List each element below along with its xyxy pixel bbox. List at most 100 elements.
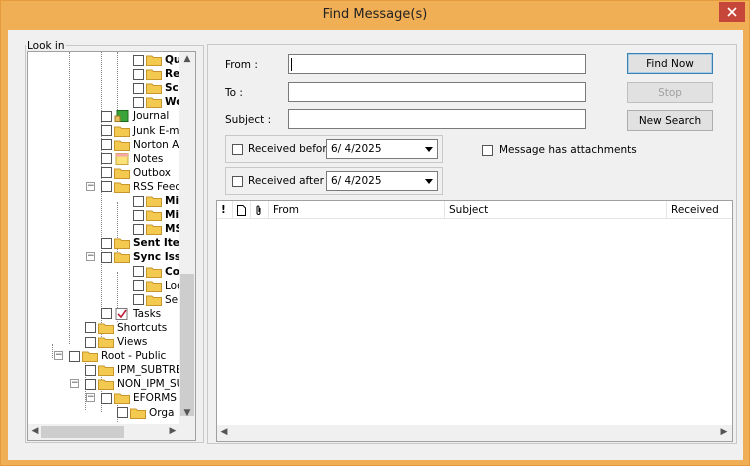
folder-checkbox[interactable] <box>101 125 112 136</box>
tree-item[interactable]: Journal <box>101 109 169 123</box>
tree-item[interactable]: Shortcuts <box>85 321 167 335</box>
text-caret <box>291 58 292 71</box>
new-search-button[interactable]: New Search <box>627 110 713 131</box>
received-after-date-picker[interactable]: 6/ 4/2025 <box>326 171 438 191</box>
folder-checkbox[interactable] <box>101 181 112 193</box>
tree-item[interactable]: Orga <box>117 406 175 420</box>
collapse-icon[interactable]: − <box>86 252 95 262</box>
tree-item-label: Norton A <box>133 138 180 151</box>
find-now-button[interactable]: Find Now <box>627 53 713 74</box>
received-column-header[interactable]: Received <box>667 201 732 219</box>
folder-checkbox[interactable] <box>85 336 96 348</box>
from-column-header[interactable]: From <box>269 201 445 219</box>
attachments-option[interactable]: Message has attachments <box>482 144 637 156</box>
folder-checkbox[interactable] <box>133 209 144 221</box>
folder-checkbox[interactable] <box>101 392 112 404</box>
tree-item[interactable]: Web <box>133 95 180 109</box>
folder-checkbox[interactable] <box>133 294 144 306</box>
attachment-column-header[interactable] <box>251 201 269 219</box>
subject-column-header[interactable]: Subject <box>445 201 667 219</box>
tasks-icon <box>115 307 128 320</box>
folder-checkbox[interactable] <box>133 82 144 94</box>
tree-item[interactable]: Local <box>133 279 180 293</box>
attachments-checkbox[interactable] <box>482 144 493 156</box>
results-horizontal-scrollbar[interactable]: ◀ ▶ <box>217 425 732 441</box>
stop-button[interactable]: Stop <box>627 82 713 103</box>
chevron-down-icon[interactable] <box>421 173 436 189</box>
chevron-down-icon[interactable] <box>421 141 436 157</box>
subject-input[interactable] <box>288 109 586 129</box>
tree-item[interactable]: Views <box>85 335 147 349</box>
folder-icon <box>82 351 98 363</box>
folder-checkbox[interactable] <box>133 223 144 235</box>
tree-item-label: Orga <box>149 406 175 419</box>
folder-checkbox[interactable] <box>133 54 144 66</box>
tree-item[interactable]: Tasks <box>101 307 161 321</box>
folder-checkbox[interactable] <box>133 195 144 207</box>
tree-item[interactable]: Micro <box>133 194 180 208</box>
folder-checkbox[interactable] <box>133 280 144 292</box>
tree-item[interactable]: Micro <box>133 208 180 222</box>
folder-checkbox[interactable] <box>85 322 96 334</box>
importance-column-header[interactable]: ! <box>217 201 233 219</box>
folder-checkbox[interactable] <box>69 350 80 362</box>
folder-checkbox[interactable] <box>101 167 112 179</box>
scroll-right-arrow-icon[interactable]: ▶ <box>166 426 180 436</box>
scroll-left-arrow-icon[interactable]: ◀ <box>217 427 231 437</box>
tree-item[interactable]: Norton A <box>101 138 179 152</box>
close-button[interactable] <box>719 2 745 22</box>
tree-item[interactable]: Notes <box>101 152 163 166</box>
tree-vertical-scroll-thumb[interactable] <box>180 274 194 416</box>
received-before-date-picker[interactable]: 6/ 4/2025 <box>326 139 438 159</box>
scroll-right-arrow-icon[interactable]: ▶ <box>717 427 731 437</box>
folder-checkbox[interactable] <box>101 110 112 122</box>
folder-checkbox[interactable] <box>101 251 112 263</box>
folder-checkbox[interactable] <box>133 68 144 80</box>
received-before-checkbox[interactable] <box>232 144 243 155</box>
tree-horizontal-scrollbar[interactable]: ◀ ▶ <box>28 424 195 440</box>
item-type-column-header[interactable] <box>233 201 251 219</box>
tree-item[interactable]: Serve <box>133 293 180 307</box>
received-after-label: Received after : <box>248 175 331 187</box>
collapse-icon[interactable]: − <box>70 379 79 389</box>
from-input[interactable] <box>288 54 586 74</box>
tree-item[interactable]: Sent Item <box>101 236 180 250</box>
collapse-icon[interactable]: − <box>86 181 95 191</box>
tree-item[interactable]: Outbox <box>101 166 171 180</box>
tree-item[interactable]: − EFORMS <box>86 391 177 405</box>
folder-checkbox[interactable] <box>101 308 112 320</box>
tree-item-label: RSS Feed <box>133 180 180 193</box>
title-bar[interactable]: Find Message(s) <box>1 1 749 29</box>
folder-checkbox[interactable] <box>133 266 144 277</box>
tree-item[interactable]: Resu <box>133 67 180 81</box>
tree-item[interactable]: IPM_SUBTRE <box>85 363 180 377</box>
scroll-down-arrow-icon[interactable]: ▼ <box>180 408 194 418</box>
collapse-icon[interactable]: − <box>54 351 63 361</box>
tree-vertical-scrollbar[interactable]: ▲ ▼ <box>179 52 195 424</box>
tree-item[interactable]: − Root - Public <box>54 349 166 363</box>
tree-item[interactable]: − NON_IPM_SU <box>70 377 180 391</box>
folder-icon <box>114 140 130 151</box>
tree-item[interactable]: − RSS Feed <box>86 180 180 194</box>
tree-item[interactable]: MSN <box>133 222 180 236</box>
to-input[interactable] <box>288 82 586 102</box>
tree-item[interactable]: Scho <box>133 81 180 95</box>
results-list[interactable]: ! From Subject Received ◀ ▶ <box>216 200 733 442</box>
tree-item[interactable]: Junk E-m <box>101 124 179 138</box>
scroll-up-arrow-icon[interactable]: ▲ <box>180 54 194 64</box>
scroll-left-arrow-icon[interactable]: ◀ <box>28 426 42 436</box>
received-after-checkbox[interactable] <box>232 176 243 187</box>
collapse-icon[interactable]: − <box>86 393 95 403</box>
tree-horizontal-scroll-thumb[interactable] <box>41 426 124 438</box>
folder-checkbox[interactable] <box>101 153 112 165</box>
folder-checkbox[interactable] <box>85 364 96 376</box>
folder-checkbox[interactable] <box>85 378 96 390</box>
folder-checkbox[interactable] <box>117 407 128 418</box>
folder-checkbox[interactable] <box>101 237 112 249</box>
folder-checkbox[interactable] <box>133 96 144 108</box>
tree-item[interactable]: Quix <box>133 53 180 67</box>
folder-checkbox[interactable] <box>101 139 112 151</box>
tree-item[interactable]: Conf <box>133 265 180 279</box>
tree-item[interactable]: − Sync Issu <box>86 250 180 264</box>
folder-tree[interactable]: Quix ResuSchoWebJournalJunk E-mNorton ANo… <box>27 51 196 441</box>
